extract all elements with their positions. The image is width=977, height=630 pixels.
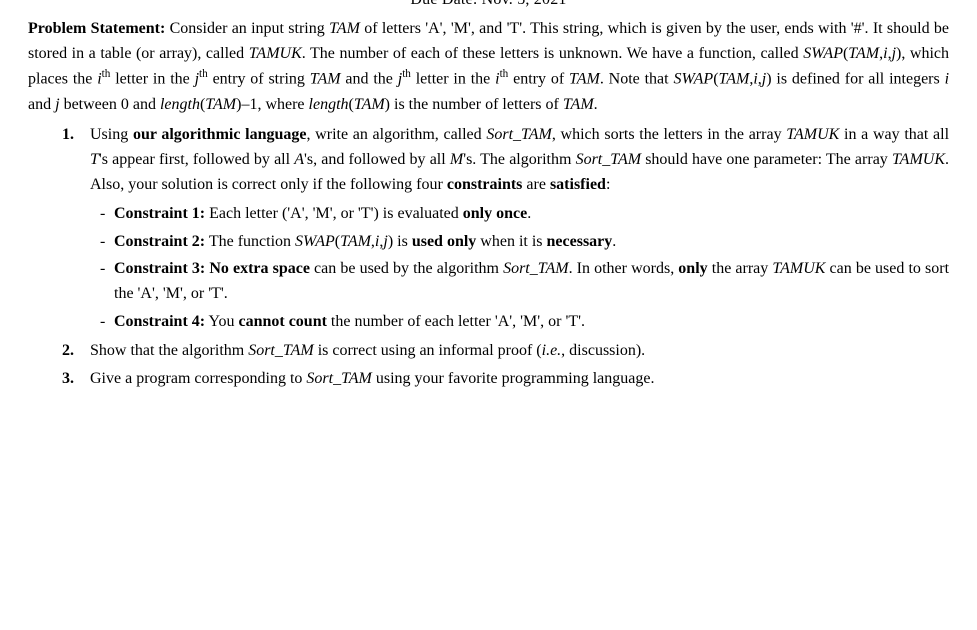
- problem-label: Problem Statement:: [28, 20, 165, 37]
- tam: TAM: [848, 45, 879, 62]
- tam: TAM: [569, 71, 600, 88]
- text: between 0 and: [60, 96, 160, 113]
- length: length: [160, 96, 200, 113]
- ie: i.e.: [542, 342, 562, 359]
- bold-text: cannot count: [238, 313, 326, 330]
- text: Consider an input string: [165, 20, 329, 37]
- swap: SWAP: [803, 45, 843, 62]
- text: The function: [205, 233, 295, 250]
- superscript: th: [500, 68, 509, 80]
- tam: TAM: [354, 96, 385, 113]
- question-list: 1. Using our algorithmic language, write…: [28, 123, 949, 392]
- due-date: Due Date: Nov. 5, 2021: [28, 0, 949, 13]
- text: Show that the algorithm: [90, 342, 248, 359]
- text: are: [522, 176, 550, 193]
- tam: TAM: [310, 71, 341, 88]
- sort-tam: Sort_TAM: [306, 370, 371, 387]
- bold-text: necessary: [547, 233, 613, 250]
- text: is correct using an informal proof (: [314, 342, 542, 359]
- constraint-label: Constraint 4:: [114, 313, 205, 330]
- text: can be used by the algorithm: [310, 260, 503, 277]
- constraint-list: Constraint 1: Each letter ('A', 'M', or …: [90, 202, 949, 335]
- text: and: [28, 96, 55, 113]
- text: the array: [708, 260, 773, 277]
- text: :: [606, 176, 610, 193]
- bold-text: satisfied: [550, 176, 606, 193]
- question-3: 3. Give a program corresponding to Sort_…: [90, 367, 949, 392]
- document-page: Due Date: Nov. 5, 2021 Problem Statement…: [0, 0, 977, 406]
- text: and the: [341, 71, 398, 88]
- tam: TAM: [340, 233, 371, 250]
- var-i: i: [945, 71, 949, 88]
- constraint-label: Constraint 1:: [114, 205, 205, 222]
- text: , write an algorithm, called: [306, 126, 486, 143]
- text: letter in the: [110, 71, 194, 88]
- text: . Note that: [600, 71, 674, 88]
- superscript: th: [199, 68, 208, 80]
- sort-tam: Sort_TAM: [486, 126, 551, 143]
- text: , discussion).: [561, 342, 645, 359]
- text: )–1, where: [236, 96, 308, 113]
- text: . In other words,: [569, 260, 679, 277]
- swap: SWAP: [673, 71, 713, 88]
- constraint-4: Constraint 4: You cannot count the numbe…: [100, 310, 949, 335]
- bold-text: used only: [412, 233, 476, 250]
- text: 's appear first, followed by all: [99, 151, 294, 168]
- sort-tam: Sort_TAM: [576, 151, 641, 168]
- text: entry of: [508, 71, 569, 88]
- text: .: [612, 233, 616, 250]
- length: length: [309, 96, 349, 113]
- letter-m: M: [450, 151, 463, 168]
- bold-text: our algorithmic language: [133, 126, 307, 143]
- list-number: 2.: [62, 339, 74, 364]
- bold-text: only: [678, 260, 707, 277]
- tamuk: TAMUK: [892, 151, 945, 168]
- letter-a: A: [294, 151, 304, 168]
- text: You: [205, 313, 238, 330]
- list-number: 3.: [62, 367, 74, 392]
- sort-tam: Sort_TAM: [248, 342, 313, 359]
- constraint-2: Constraint 2: The function SWAP(TAM,i,j)…: [100, 230, 949, 255]
- text: ) is: [388, 233, 412, 250]
- swap: SWAP: [295, 233, 335, 250]
- text: entry of string: [208, 71, 310, 88]
- text: Give a program corresponding to: [90, 370, 306, 387]
- constraint-label: Constraint 2:: [114, 233, 205, 250]
- text: should have one parameter: The array: [641, 151, 892, 168]
- text: , which sorts the letters in the array: [552, 126, 786, 143]
- tamuk: TAMUK: [786, 126, 839, 143]
- text: Using: [90, 126, 133, 143]
- tam: TAM: [719, 71, 750, 88]
- text: . The number of each of these letters is…: [302, 45, 803, 62]
- sort-tam: Sort_TAM: [503, 260, 568, 277]
- letter-t: T: [90, 151, 99, 168]
- superscript: th: [402, 68, 411, 80]
- text: the number of each letter 'A', 'M', or '…: [327, 313, 585, 330]
- tamuk: TAMUK: [249, 45, 302, 62]
- text: letter in the: [411, 71, 495, 88]
- text: ) is defined for all integers: [766, 71, 944, 88]
- tam: TAM: [329, 20, 360, 37]
- constraint-label: Constraint 3: No extra space: [114, 260, 310, 277]
- tam: TAM: [205, 96, 236, 113]
- text: in a way that all: [839, 126, 949, 143]
- constraint-3: Constraint 3: No extra space can be used…: [100, 257, 949, 307]
- tam: TAM: [563, 96, 594, 113]
- text: 's. The algorithm: [463, 151, 575, 168]
- question-1: 1. Using our algorithmic language, write…: [90, 123, 949, 334]
- text: .: [594, 96, 598, 113]
- constraint-1: Constraint 1: Each letter ('A', 'M', or …: [100, 202, 949, 227]
- text: .: [527, 205, 531, 222]
- problem-statement: Problem Statement: Consider an input str…: [28, 17, 949, 118]
- text: using your favorite programming language…: [372, 370, 655, 387]
- text: 's, and followed by all: [304, 151, 450, 168]
- bold-text: constraints: [447, 176, 523, 193]
- bold-text: only once: [463, 205, 527, 222]
- list-number: 1.: [62, 123, 74, 148]
- question-2: 2. Show that the algorithm Sort_TAM is c…: [90, 339, 949, 364]
- text: Each letter ('A', 'M', or 'T') is evalua…: [205, 205, 463, 222]
- text: ) is the number of letters of: [385, 96, 563, 113]
- text: when it is: [476, 233, 546, 250]
- tamuk: TAMUK: [772, 260, 825, 277]
